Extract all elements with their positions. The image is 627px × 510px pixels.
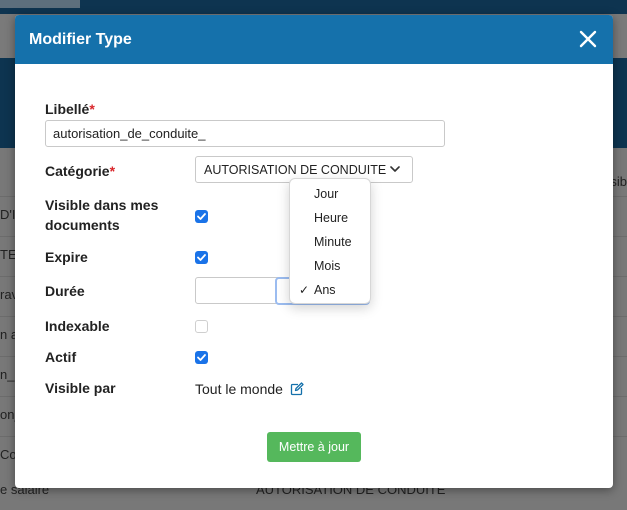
modal-title: Modifier Type — [29, 31, 132, 48]
modal-header: Modifier Type — [15, 15, 613, 64]
actif-label: Actif — [45, 349, 77, 365]
dropdown-option-minute[interactable]: Minute — [290, 230, 372, 254]
chevron-down-icon — [390, 166, 400, 172]
dropdown-option-ans[interactable]: ✓ Ans — [290, 278, 372, 302]
close-button[interactable] — [577, 28, 599, 50]
visible-docs-label: Visible dans mes documents — [45, 197, 159, 233]
duree-input[interactable] — [195, 277, 284, 304]
selected-check-icon: ✓ — [299, 283, 310, 297]
required-marker: * — [89, 101, 95, 117]
background-tab — [0, 0, 80, 8]
duration-unit-dropdown: Jour Heure Minute Mois ✓ Ans — [289, 178, 371, 304]
libelle-label: Libellé* — [45, 101, 95, 117]
visible-par-label: Visible par — [45, 380, 116, 396]
libelle-input[interactable] — [45, 120, 445, 147]
edit-icon[interactable] — [290, 382, 304, 396]
duree-label: Durée — [45, 283, 85, 299]
dropdown-option-heure[interactable]: Heure — [290, 206, 372, 230]
dropdown-option-mois[interactable]: Mois — [290, 254, 372, 278]
indexable-checkbox[interactable] — [195, 320, 208, 333]
actif-checkbox[interactable] — [195, 351, 208, 364]
categorie-label: Catégorie* — [45, 163, 116, 179]
close-icon — [579, 30, 597, 48]
background-topbar — [0, 0, 627, 14]
checkmark-icon — [197, 254, 206, 261]
update-button[interactable]: Mettre à jour — [267, 432, 361, 462]
expire-checkbox[interactable] — [195, 251, 208, 264]
expire-label: Expire — [45, 249, 88, 265]
required-marker: * — [109, 163, 116, 179]
visible-par-value: Tout le monde — [195, 381, 304, 397]
visible-docs-checkbox[interactable] — [195, 210, 208, 223]
checkmark-icon — [197, 354, 206, 361]
checkmark-icon — [197, 213, 206, 220]
dropdown-option-jour[interactable]: Jour — [290, 182, 372, 206]
indexable-label: Indexable — [45, 318, 110, 334]
categorie-selected-value: AUTORISATION DE CONDUITE — [204, 163, 387, 177]
